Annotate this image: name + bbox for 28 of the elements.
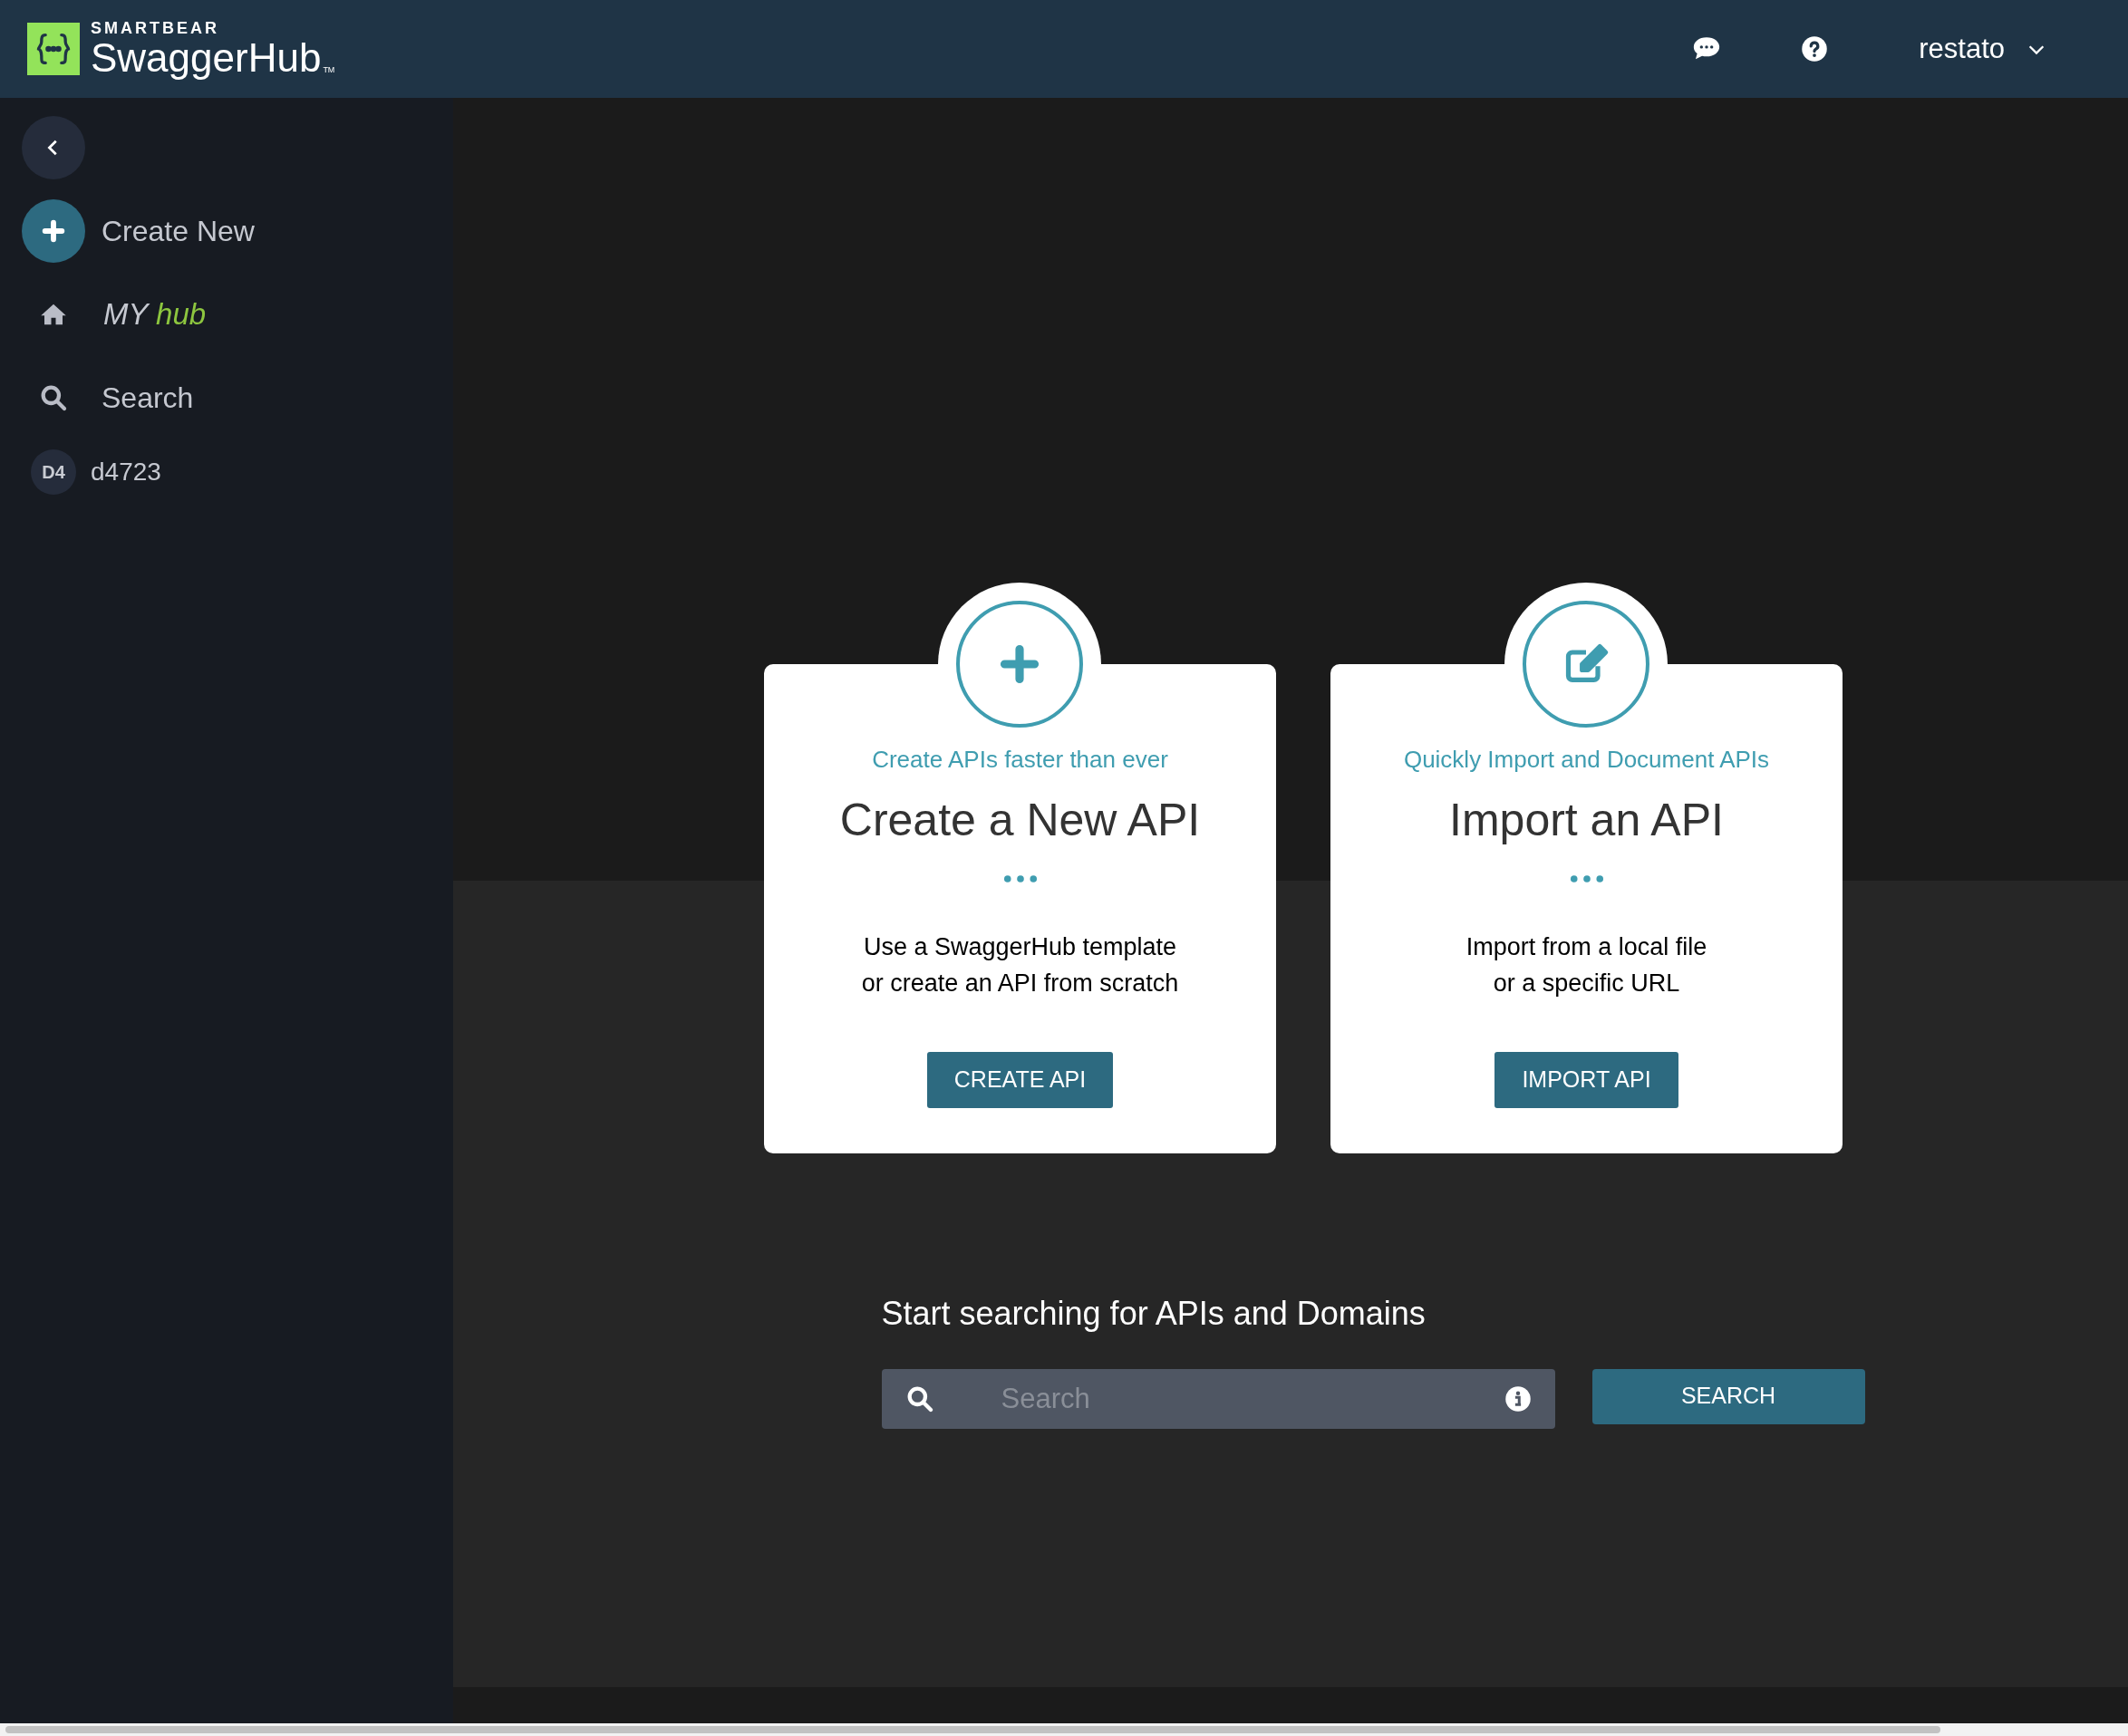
- search-heading: Start searching for APIs and Domains: [881, 1294, 1427, 1334]
- create-new-link[interactable]: Create New: [102, 209, 255, 253]
- plus-icon: [1000, 644, 1040, 684]
- my-hub-link[interactable]: MY hub: [103, 292, 207, 337]
- card-tagline: Quickly Import and Document APIs: [1403, 745, 1770, 775]
- info-icon[interactable]: [1504, 1385, 1532, 1413]
- dots-icon: [1002, 874, 1038, 883]
- card-description: Import from a local file or a specific URL: [1465, 932, 1707, 998]
- user-menu[interactable]: restato: [1919, 27, 2046, 71]
- trademark-mark: TM: [323, 66, 335, 74]
- card-action-button[interactable]: CREATE API: [926, 1052, 1114, 1108]
- search-link[interactable]: Search: [102, 376, 194, 420]
- brand-name: SwaggerHub: [91, 38, 322, 78]
- search-icon: [39, 383, 68, 412]
- help-icon[interactable]: [1801, 35, 1829, 63]
- scrollbar-thumb[interactable]: [5, 1726, 1940, 1733]
- card-title: Import an API: [1449, 794, 1724, 847]
- organization-link[interactable]: d4723: [91, 453, 161, 491]
- logo-icon: [27, 23, 80, 75]
- card-action-button[interactable]: IMPORT API: [1494, 1052, 1678, 1108]
- card-tagline: Create APIs faster than ever: [872, 745, 1168, 775]
- card-description: Use a SwaggerHub template or create an API from scratch: [861, 932, 1179, 998]
- dots-icon: [1569, 874, 1604, 883]
- card-title: Create a New API: [839, 794, 1201, 847]
- brand-tagline: SMARTBEAR: [91, 20, 220, 36]
- org-avatar: D4: [31, 449, 76, 495]
- search-field[interactable]: Search: [881, 1369, 1555, 1429]
- search-button[interactable]: SEARCH: [1591, 1368, 1865, 1424]
